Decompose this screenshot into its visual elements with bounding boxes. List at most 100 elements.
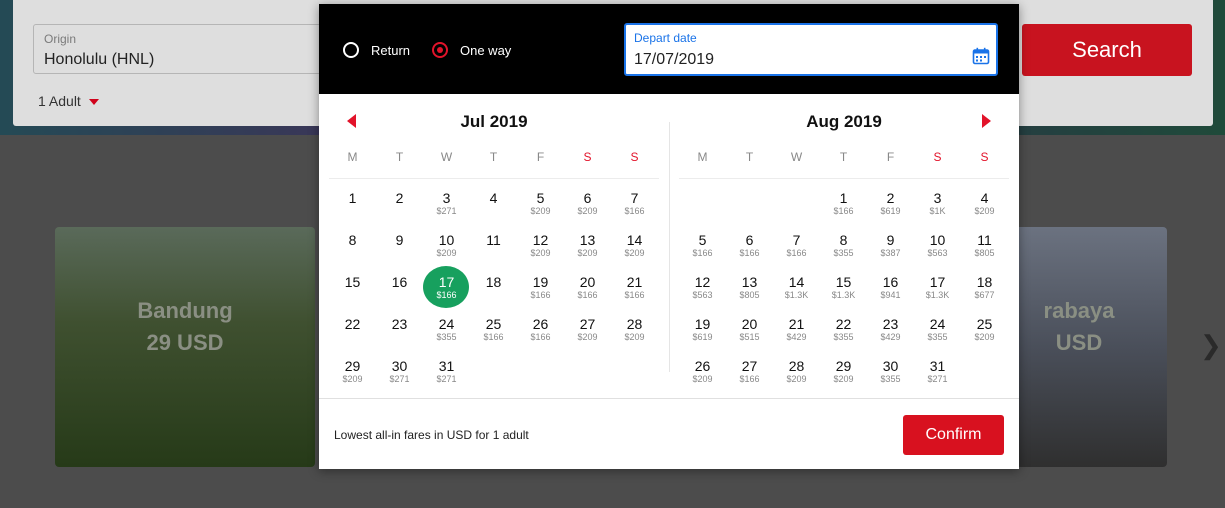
day-cell[interactable]: 15 $1.3K [820,266,867,308]
day-cell[interactable]: 7 $166 [611,182,658,224]
weekday-label: S [933,150,942,164]
day-number: 20 [741,316,758,332]
weekday-label: W [790,150,803,164]
origin-field[interactable]: Origin Honolulu (HNL) [33,24,333,74]
day-cell[interactable]: 30 $355 [867,350,914,392]
day-price: $209 [974,332,995,342]
trip-type-oneway[interactable]: One way [432,40,511,60]
day-cell[interactable]: 13 $209 [564,224,611,266]
depart-date-label: Depart date [634,31,697,45]
day-cell[interactable]: 5 $209 [517,182,564,224]
day-cell[interactable]: 28 $209 [611,308,658,350]
day-cell[interactable]: 10 $209 [423,224,470,266]
day-number: 25 [976,316,993,332]
day-cell[interactable]: 22 $355 [820,308,867,350]
day-cell[interactable]: 11 $805 [961,224,1008,266]
day-cell[interactable]: 4 [470,182,517,224]
day-cell[interactable]: 22 [329,308,376,350]
day-cell[interactable]: 27 $209 [564,308,611,350]
confirm-button[interactable]: Confirm [903,415,1004,455]
day-cell[interactable]: 5 $166 [679,224,726,266]
day-cell[interactable]: 29 $209 [329,350,376,392]
day-cell[interactable]: 20 $515 [726,308,773,350]
day-cell[interactable]: 1 [329,182,376,224]
day-grid: 1 $166 2 $619 3 $1K 4 $209 5 $166 6 $166 7 $166 8 $355 9… [679,182,1009,392]
day-cell[interactable]: 12 $563 [679,266,726,308]
day-cell[interactable]: 26 $209 [679,350,726,392]
day-cell[interactable]: 20 $166 [564,266,611,308]
trip-type-return[interactable]: Return [343,40,410,60]
day-cell[interactable]: 3 $271 [423,182,470,224]
modal-footer: Lowest all-in fares in USD for 1 adult C… [319,398,1019,470]
day-cell[interactable]: 2 [376,182,423,224]
day-cell[interactable]: 9 $387 [867,224,914,266]
day-cell[interactable]: 8 $355 [820,224,867,266]
weekday-label: F [536,150,545,164]
day-cell[interactable]: 16 [376,266,423,308]
day-price: $619 [880,206,901,216]
day-cell[interactable]: 12 $209 [517,224,564,266]
day-cell[interactable]: 6 $166 [726,224,773,266]
day-cell[interactable]: 3 $1K [914,182,961,224]
day-cell[interactable]: 30 $271 [376,350,423,392]
day-price: $1K [929,206,946,216]
day-cell[interactable]: 18 [470,266,517,308]
month-august: Aug 2019 M T W T F S S 1 $166 2 $619 3 $1K 4 $2… [669,98,1019,398]
day-cell[interactable]: 27 $166 [726,350,773,392]
day-cell[interactable]: 17 $166 [423,266,470,308]
card-city-name: Bandung [137,298,233,323]
day-cell[interactable]: 23 [376,308,423,350]
day-cell[interactable]: 2 $619 [867,182,914,224]
search-button[interactable]: Search [1022,24,1192,76]
day-cell[interactable]: 17 $1.3K [914,266,961,308]
destination-card-bandung[interactable]: Bandung 29 USD [55,227,315,467]
day-cell[interactable]: 21 $166 [611,266,658,308]
day-cell[interactable]: 11 [470,224,517,266]
day-price: $209 [974,206,995,216]
day-cell[interactable]: 21 $429 [773,308,820,350]
day-cell[interactable]: 19 $166 [517,266,564,308]
day-cell[interactable]: 9 [376,224,423,266]
day-price: $355 [833,248,854,258]
day-cell[interactable]: 25 $166 [470,308,517,350]
depart-date-field[interactable]: Depart date 17/07/2019 [624,23,998,76]
day-cell[interactable]: 8 [329,224,376,266]
day-cell[interactable]: 29 $209 [820,350,867,392]
day-price: $209 [577,332,598,342]
day-cell[interactable]: 31 $271 [423,350,470,392]
day-cell[interactable]: 16 $941 [867,266,914,308]
day-cell[interactable]: 24 $355 [914,308,961,350]
day-number: 26 [694,358,711,374]
day-number: 13 [579,232,596,248]
card-city-price: USD [1055,330,1103,355]
day-number: 24 [929,316,946,332]
day-cell[interactable]: 26 $166 [517,308,564,350]
day-cell[interactable]: 1 $166 [820,182,867,224]
day-cell[interactable]: 4 $209 [961,182,1008,224]
day-price: $1.3K [784,290,809,300]
calendar-icon[interactable] [972,47,990,65]
passenger-selector[interactable]: 1 Adult [38,93,99,109]
day-cell[interactable]: 6 $209 [564,182,611,224]
day-price: $1.3K [925,290,950,300]
day-cell[interactable]: 23 $429 [867,308,914,350]
day-cell[interactable]: 28 $209 [773,350,820,392]
day-cell[interactable]: 14 $209 [611,224,658,266]
carousel-next-icon[interactable]: ❯ [1200,330,1222,361]
day-price: $805 [739,290,760,300]
day-price: $209 [624,248,645,258]
day-cell[interactable]: 13 $805 [726,266,773,308]
day-cell[interactable]: 25 $209 [961,308,1008,350]
day-cell[interactable]: 14 $1.3K [773,266,820,308]
day-cell[interactable]: 15 [329,266,376,308]
day-cell[interactable]: 24 $355 [423,308,470,350]
day-cell[interactable]: 19 $619 [679,308,726,350]
weekday-label: W [440,150,453,164]
day-cell[interactable]: 10 $563 [914,224,961,266]
day-cell[interactable]: 18 $677 [961,266,1008,308]
day-number: 12 [532,232,549,248]
destination-card-surabaya[interactable]: rabaya USD [1005,227,1167,467]
day-price: $166 [577,290,598,300]
day-cell[interactable]: 31 $271 [914,350,961,392]
day-cell[interactable]: 7 $166 [773,224,820,266]
